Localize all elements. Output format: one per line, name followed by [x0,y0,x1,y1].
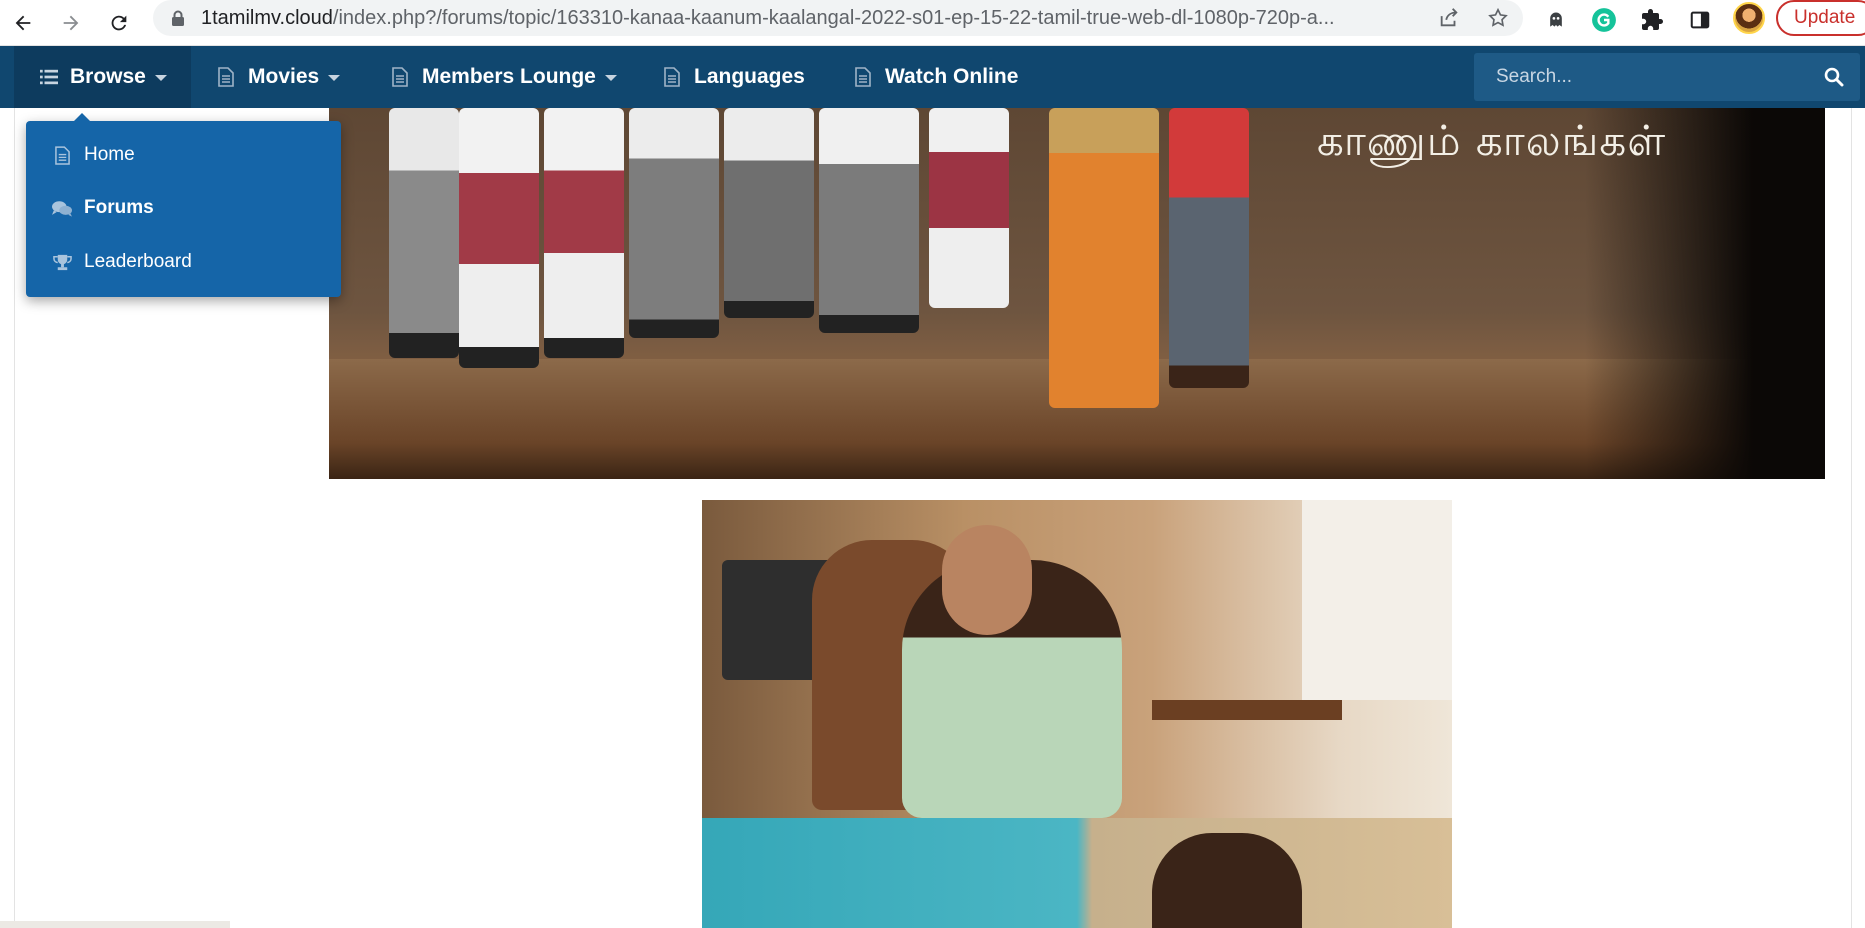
screenshot-image-1 [702,500,1452,818]
share-icon[interactable] [1437,6,1461,30]
chevron-down-icon [328,75,341,81]
back-arrow-icon [15,15,31,31]
nav-watch-online[interactable]: Watch Online [855,46,1018,108]
nav-movies[interactable]: Movies [218,46,341,108]
ghost-extension-icon[interactable] [1542,6,1570,34]
poster-image: காணும் காலங்கள் [329,108,1825,479]
document-icon [664,66,682,88]
site-navbar: Browse Movies Members Lounge Languages W… [0,46,1865,108]
reload-button[interactable] [102,6,136,40]
poster-figure [459,108,539,368]
menu-item-leaderboard[interactable]: Leaderboard [26,240,341,284]
document-icon [52,145,72,165]
grammarly-icon[interactable] [1590,6,1618,34]
poster-figure [544,108,624,358]
chat-bubbles-icon [52,198,72,218]
trophy-icon [52,252,72,272]
url-path: /index.php?/forums/topic/163310-kanaa-ka… [332,6,1335,29]
update-button[interactable]: Update [1776,0,1865,36]
nav-watch-online-label: Watch Online [885,65,1019,88]
nav-members-lounge[interactable]: Members Lounge [392,46,617,108]
bookmark-star-icon[interactable] [1486,6,1510,30]
url-text[interactable]: 1tamilmv.cloud/index.php?/forums/topic/1… [201,7,1381,30]
forward-button[interactable] [54,6,88,40]
nav-members-lounge-label: Members Lounge [422,65,596,88]
dropdown-arrow [73,113,91,122]
browse-dropdown-menu: Home Forums Leaderboard [26,113,341,297]
chevron-down-icon [154,75,167,81]
content-right-border [1851,108,1852,928]
poster-figure [1049,108,1159,408]
poster-figure [629,108,719,338]
person-head [1152,833,1302,928]
document-icon [218,66,236,88]
reload-icon [111,15,127,31]
back-button[interactable] [6,6,40,40]
poster-figure [1169,108,1249,388]
horizontal-scrollbar[interactable] [0,921,230,928]
poster-figure [724,108,814,318]
table-shape [1152,700,1342,720]
document-icon [855,66,873,88]
poster-figure [819,108,919,333]
search-input[interactable] [1496,66,1796,88]
poster-figure [389,108,459,358]
man-head [942,525,1032,635]
browser-toolbar: 1tamilmv.cloud/index.php?/forums/topic/1… [0,0,1865,46]
nav-browse[interactable]: Browse [14,46,191,108]
list-icon [40,66,58,88]
document-icon [392,66,410,88]
puzzle-extensions-icon[interactable] [1638,6,1666,34]
profile-avatar[interactable] [1733,2,1765,34]
nav-languages[interactable]: Languages [664,46,805,108]
lock-icon [172,10,184,26]
chevron-down-icon [604,75,617,81]
menu-item-home[interactable]: Home [26,133,341,177]
poster-figure [929,108,1009,308]
search-icon[interactable] [1824,67,1844,87]
address-bar[interactable]: 1tamilmv.cloud/index.php?/forums/topic/1… [153,0,1523,36]
side-panel-icon[interactable] [1686,6,1714,34]
nav-languages-label: Languages [694,65,805,88]
search-box [1474,53,1860,101]
menu-item-home-label: Home [84,144,135,165]
forward-arrow-icon [63,15,79,31]
nav-browse-label: Browse [70,65,146,88]
menu-item-forums-label: Forums [84,197,154,218]
menu-item-forums[interactable]: Forums [26,186,341,230]
poster-title: காணும் காலங்கள் [1317,116,1667,165]
menu-item-leaderboard-label: Leaderboard [84,251,192,272]
url-host: 1tamilmv.cloud [201,6,333,29]
content-left-border [14,108,15,928]
screenshot-image-2 [702,818,1452,928]
nav-movies-label: Movies [248,65,320,88]
window-shape [1302,500,1452,700]
